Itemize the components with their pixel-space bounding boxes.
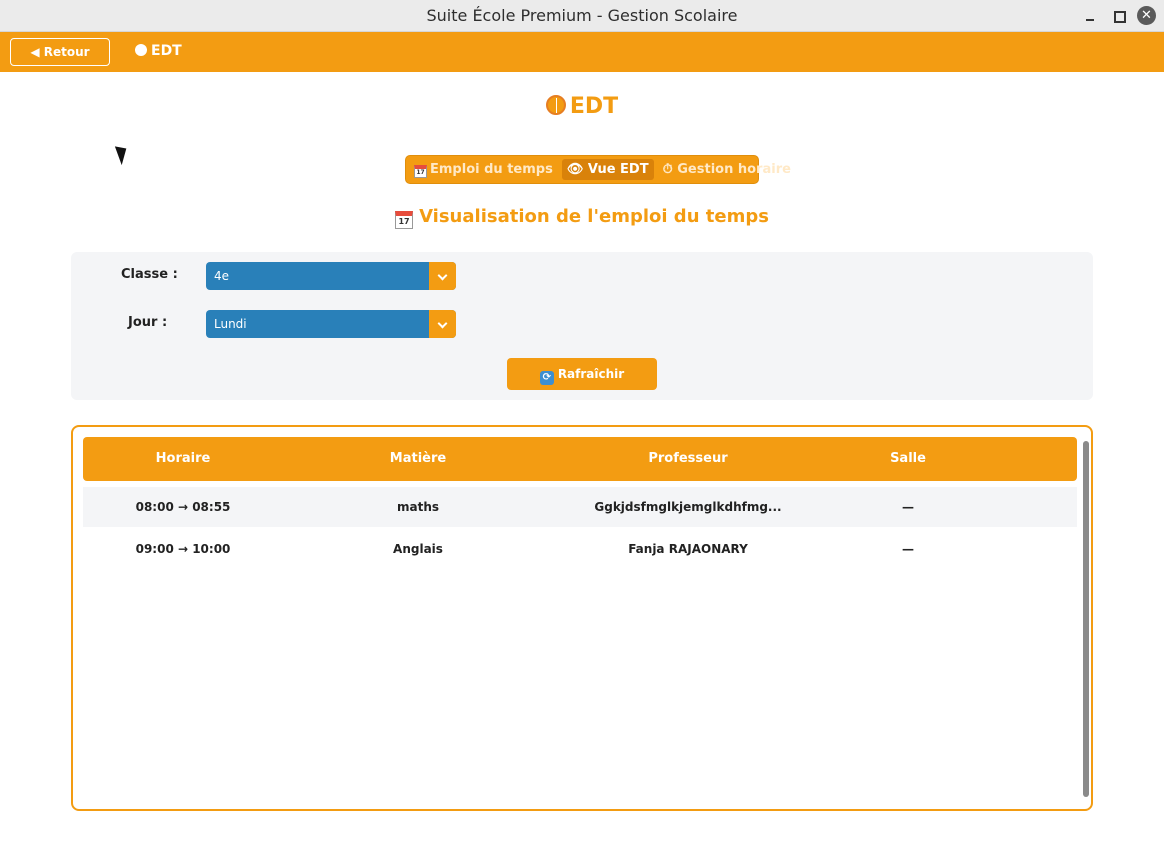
jour-select[interactable]: Lundi — [206, 310, 456, 338]
tab-label: Vue EDT — [587, 162, 649, 177]
eye-icon: 👁 — [566, 162, 584, 177]
filter-panel: Classe : 4e Jour : Lundi ⟳ Rafraîchir — [71, 252, 1093, 400]
header-title: EDT — [135, 43, 182, 59]
clock-icon: ⏱ — [662, 162, 673, 177]
classe-select-value: 4e — [214, 269, 230, 283]
refresh-icon: ⟳ — [539, 371, 554, 385]
refresh-button[interactable]: ⟳ Rafraîchir — [507, 358, 657, 390]
cell-horaire: 09:00 → 10:00 — [135, 542, 231, 556]
back-button[interactable]: ◀ Retour — [10, 38, 110, 66]
calendar-icon: 17 — [395, 211, 414, 229]
table-header: Horaire Matière Professeur Salle — [83, 437, 1077, 481]
page-title: EDT — [0, 94, 1164, 119]
column-header-horaire: Horaire — [155, 451, 211, 466]
minimize-icon[interactable] — [1081, 7, 1099, 25]
clock-icon — [135, 44, 147, 56]
column-header-salle: Salle — [890, 451, 926, 466]
mouse-cursor-icon — [114, 142, 132, 166]
chevron-down-icon[interactable] — [429, 262, 456, 290]
jour-select-value: Lundi — [214, 317, 247, 331]
tab-emploi-du-temps[interactable]: 17 Emploi du temps — [409, 159, 558, 180]
tab-label: Gestion horaire — [677, 162, 791, 177]
column-header-matiere: Matière — [389, 451, 447, 466]
table-row[interactable]: 09:00 → 10:00 Anglais Fanja RAJAONARY — — [83, 529, 1077, 569]
cell-salle: — — [902, 542, 914, 556]
tab-label: Emploi du temps — [430, 162, 553, 177]
calendar-icon: 17 — [414, 165, 427, 178]
app-header: ◀ Retour EDT — [0, 32, 1164, 72]
tab-vue-edt[interactable]: 👁 Vue EDT — [561, 159, 654, 180]
refresh-label: Rafraîchir — [557, 367, 625, 381]
cell-matiere: maths — [396, 500, 440, 514]
table-row[interactable]: 08:00 → 08:55 maths Ggkjdsfmglkjemglkdhf… — [83, 487, 1077, 527]
close-icon[interactable]: ✕ — [1137, 6, 1156, 25]
clock-icon — [545, 95, 566, 115]
timetable-panel: Horaire Matière Professeur Salle 08:00 →… — [71, 425, 1093, 811]
cell-horaire: 08:00 → 08:55 — [135, 500, 231, 514]
maximize-icon[interactable] — [1110, 7, 1128, 25]
vertical-scrollbar[interactable] — [1083, 441, 1089, 797]
window-title: Suite École Premium - Gestion Scolaire — [426, 6, 738, 25]
section-title: 17 Visualisation de l'emploi du temps — [0, 206, 1164, 229]
tab-gestion-horaire[interactable]: ⏱ Gestion horaire — [658, 159, 796, 180]
header-title-label: EDT — [151, 43, 182, 59]
column-header-professeur: Professeur — [648, 451, 728, 466]
window-titlebar: Suite École Premium - Gestion Scolaire ✕ — [0, 0, 1164, 32]
tab-strip: 17 Emploi du temps 👁 Vue EDT ⏱ Gestion ho… — [405, 155, 791, 184]
classe-select[interactable]: 4e — [206, 262, 456, 290]
cell-matiere: Anglais — [393, 542, 443, 556]
section-title-label: Visualisation de l'emploi du temps — [419, 206, 769, 227]
chevron-down-icon[interactable] — [429, 310, 456, 338]
page-title-label: EDT — [569, 94, 619, 119]
classe-label: Classe : — [121, 267, 178, 282]
cell-salle: — — [902, 500, 914, 514]
cell-professeur: Fanja RAJAONARY — [628, 542, 748, 556]
cell-professeur: Ggkjdsfmglkjemglkdhfmg... — [594, 500, 782, 514]
jour-label: Jour : — [128, 315, 168, 330]
